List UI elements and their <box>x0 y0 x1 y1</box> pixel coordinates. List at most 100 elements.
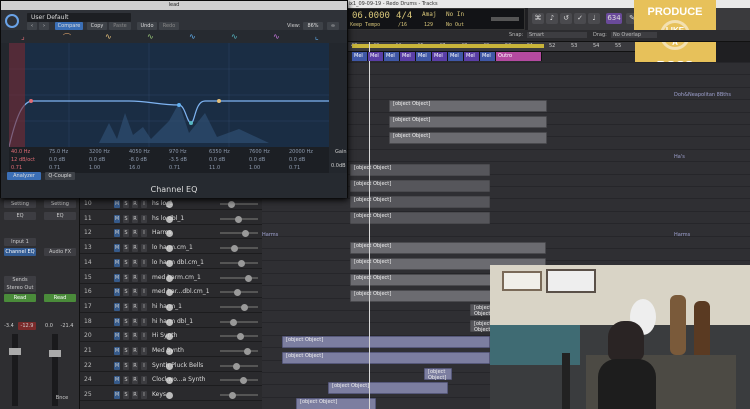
next-preset-button[interactable]: › <box>39 22 49 30</box>
track-row[interactable]: 10 M S R Ihs lo_1 <box>80 198 262 210</box>
volume-slider-knob[interactable] <box>235 216 242 223</box>
lcd-display[interactable]: 06.0000 Keep Tempo 4/4 /16 Amaj 129 No I… <box>345 8 525 30</box>
band-7-icon[interactable]: ∿ <box>273 32 280 41</box>
track-row[interactable]: 22 M S R I Synth Pluck Bells <box>80 360 262 372</box>
volume-slider-knob[interactable] <box>241 304 248 311</box>
volume-slider-knob[interactable] <box>240 377 247 384</box>
solo-button[interactable]: S <box>123 200 129 208</box>
marker-5[interactable]: Mel <box>416 52 432 61</box>
track-row[interactable]: 18 M S R Ihi harm dbl_1 <box>80 316 262 328</box>
power-icon[interactable] <box>5 14 19 28</box>
marker-6[interactable]: Mel <box>432 52 448 61</box>
solo-button[interactable]: S <box>123 318 129 326</box>
paste-button[interactable]: Paste <box>109 22 131 30</box>
channel-eq-slot[interactable]: Channel EQ <box>4 248 36 256</box>
countin-icon[interactable]: ♩ <box>588 13 600 24</box>
volume-slider[interactable] <box>220 394 258 396</box>
pan-knob[interactable] <box>166 392 173 399</box>
volume-slider-knob[interactable] <box>238 260 245 267</box>
track-row[interactable]: 11 M S R Ihs lo dbl_1 <box>80 213 262 225</box>
inspector-setting-button-2[interactable]: Setting <box>44 200 76 208</box>
record-button[interactable]: R <box>132 274 138 282</box>
fader-knob-2[interactable] <box>49 350 61 357</box>
mute-button[interactable]: M <box>114 244 120 252</box>
fader-knob-1[interactable] <box>9 348 21 355</box>
redo-button[interactable]: Redo <box>159 22 179 30</box>
region[interactable]: [object Object] <box>389 100 547 112</box>
master-volume-slider[interactable] <box>491 17 519 21</box>
volume-slider-knob[interactable] <box>245 275 252 282</box>
marker-9[interactable]: Mel <box>480 52 496 61</box>
input-monitor-button[interactable]: I <box>141 303 147 311</box>
solo-button[interactable]: S <box>123 376 129 384</box>
cycle-range[interactable] <box>352 44 544 48</box>
record-button[interactable]: R <box>132 318 138 326</box>
region[interactable]: [object Object] <box>424 368 452 381</box>
volume-slider-knob[interactable] <box>237 333 244 340</box>
track-row[interactable]: 15 M S R Imed harm.cm_1 <box>80 272 262 284</box>
region[interactable]: [object Object] <box>350 164 490 176</box>
compare-button[interactable]: Compare <box>55 22 83 30</box>
copy-button[interactable]: Copy <box>87 22 107 30</box>
track-row[interactable]: 25 M S R I Keys <box>80 389 262 401</box>
preset-select[interactable]: User Default <box>27 13 131 22</box>
marker-4[interactable]: Mel <box>400 52 416 61</box>
inspector-eq-slot-2[interactable]: EQ <box>44 212 76 220</box>
marker-7[interactable]: Mel <box>448 52 464 61</box>
region[interactable]: [object Object] <box>328 382 448 394</box>
volume-slider-knob[interactable] <box>234 289 241 296</box>
volume-slider[interactable] <box>220 306 258 308</box>
record-button[interactable]: R <box>132 259 138 267</box>
audio-fx-slot[interactable]: Audio FX <box>44 248 76 256</box>
playhead[interactable] <box>369 42 370 409</box>
volume-slider-knob[interactable] <box>242 230 249 237</box>
solo-button[interactable]: S <box>123 332 129 340</box>
mute-button[interactable]: M <box>114 274 120 282</box>
marker-8[interactable]: Mel <box>464 52 480 61</box>
q-couple-button[interactable]: Q-Couple <box>45 172 75 180</box>
band-1-handle[interactable] <box>29 99 33 103</box>
band-8-icon[interactable]: ⌞ <box>315 32 319 41</box>
band-4-icon[interactable]: ∿ <box>147 32 154 41</box>
input-monitor-button[interactable]: I <box>141 332 147 340</box>
volume-slider[interactable] <box>220 350 258 352</box>
solo-button[interactable]: S <box>123 303 129 311</box>
track-row[interactable]: 24 M S R I Clockwo...a Synth <box>80 374 262 386</box>
volume-slider[interactable] <box>220 232 258 234</box>
record-button[interactable]: R <box>132 303 138 311</box>
record-button[interactable]: R <box>132 362 138 370</box>
mute-button[interactable]: M <box>114 303 120 311</box>
solo-button[interactable]: S <box>123 347 129 355</box>
solo-button[interactable]: S <box>123 215 129 223</box>
automation-read-2[interactable]: Read <box>44 294 76 302</box>
track-row[interactable]: 14 M S R Ilo harm dbl.cm_1 <box>80 257 262 269</box>
volume-slider-knob[interactable] <box>228 201 235 208</box>
volume-slider-knob[interactable] <box>229 392 236 399</box>
inspector-setting-button[interactable]: Setting <box>4 200 36 208</box>
output-slot[interactable]: Stereo Out <box>4 284 36 292</box>
track-row[interactable]: 21 M S R I Med Synth <box>80 345 262 357</box>
band-3-handle[interactable] <box>189 121 193 125</box>
snap-select[interactable]: Smart <box>527 32 587 38</box>
track-row[interactable]: 16 M S R Imed har...dbl.cm_1 <box>80 286 262 298</box>
inspector-eq-slot[interactable]: EQ <box>4 212 36 220</box>
input-slot[interactable]: Input 1 <box>4 238 36 246</box>
solo-button[interactable]: S <box>123 288 129 296</box>
mute-button[interactable]: M <box>114 200 120 208</box>
solo-button[interactable]: S <box>123 274 129 282</box>
band-parameters[interactable]: 40.0 Hz 12 dB/oct 0.71 75.0 Hz 0.0 dB 0.71 320… <box>9 147 329 173</box>
volume-slider-knob[interactable] <box>230 319 237 326</box>
region[interactable]: [object Object] <box>296 398 376 409</box>
band-2-icon[interactable]: ⌒ <box>63 32 71 43</box>
mute-button[interactable]: M <box>114 229 120 237</box>
record-button[interactable]: R <box>132 347 138 355</box>
track-row[interactable]: 13 M S R Ilo harm.cm_1 <box>80 242 262 254</box>
prev-preset-button[interactable]: ‹ <box>27 22 37 30</box>
solo-button[interactable]: S <box>123 391 129 399</box>
region[interactable]: [object Object] <box>350 212 490 224</box>
band-3-icon[interactable]: ∿ <box>105 32 112 41</box>
input-monitor-button[interactable]: I <box>141 288 147 296</box>
analyzer-button[interactable]: Analyzer <box>7 172 41 180</box>
mute-button[interactable]: M <box>114 391 120 399</box>
mute-button[interactable]: M <box>114 362 120 370</box>
